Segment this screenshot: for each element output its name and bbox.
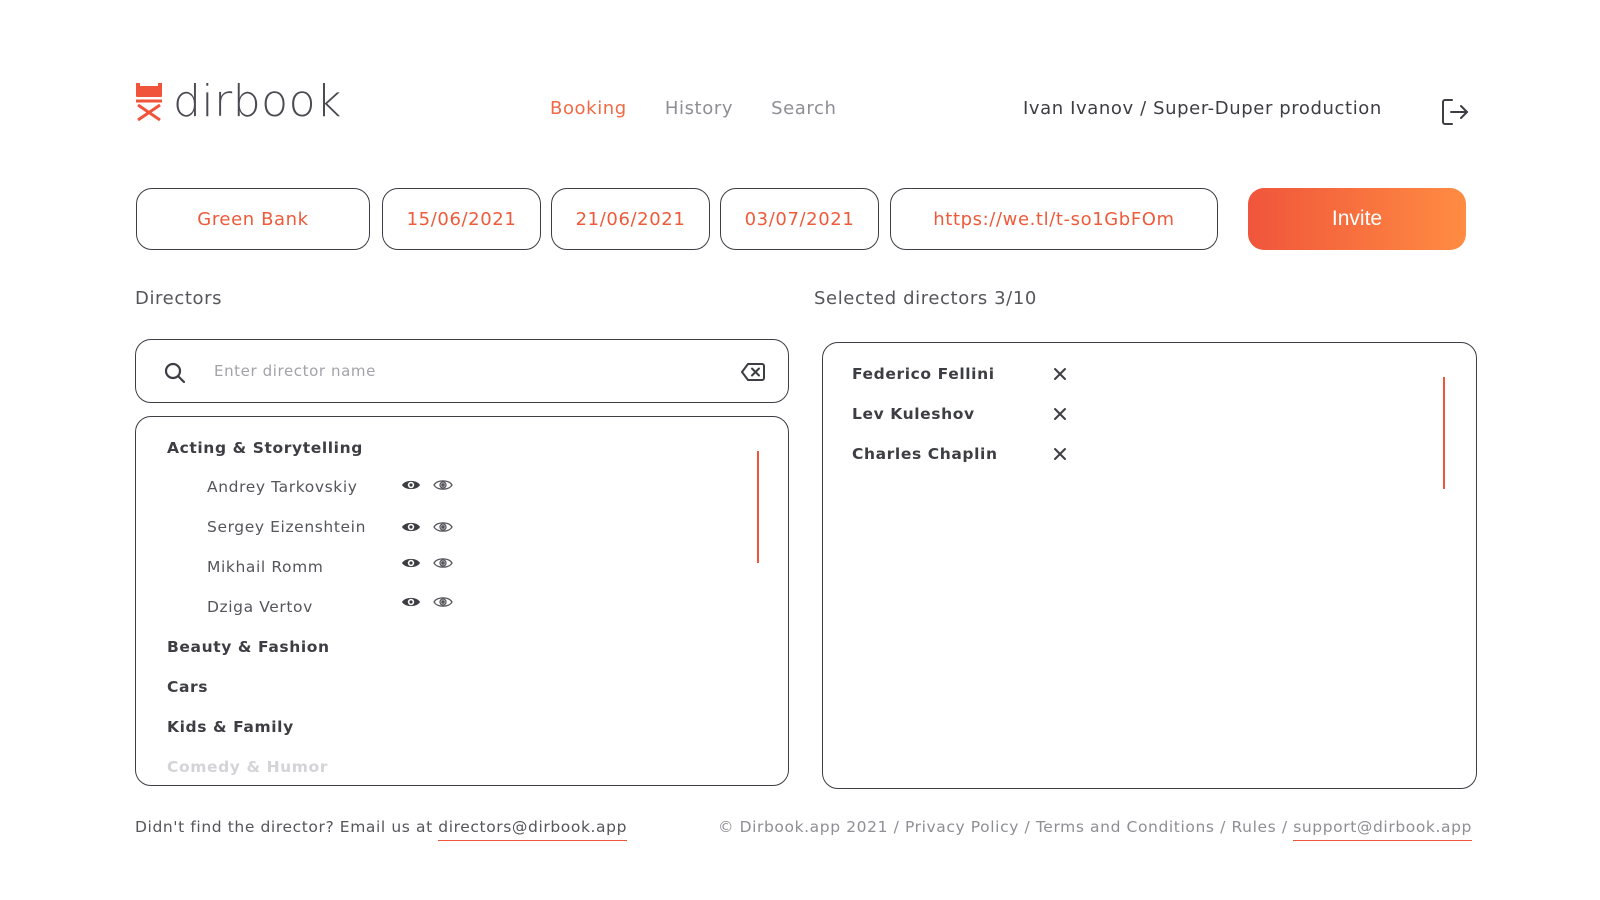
selected-director: Charles Chaplin <box>852 445 998 463</box>
eye-filled-icon[interactable] <box>401 556 421 570</box>
directors-list: Acting & Storytelling Andrey Tarkovskiy … <box>135 416 789 786</box>
separator: / <box>1276 818 1294 836</box>
remove-icon[interactable] <box>1053 367 1067 381</box>
privacy-policy-link[interactable]: Privacy Policy <box>905 818 1019 836</box>
director-item[interactable]: Dziga Vertov <box>207 598 313 616</box>
directors-title: Directors <box>135 288 223 309</box>
nav-history[interactable]: History <box>665 98 733 119</box>
selected-director: Federico Fellini <box>852 365 995 383</box>
director-item[interactable]: Sergey Eizenshtein <box>207 518 366 536</box>
footer-help-text: Didn't find the director? Email us at <box>135 818 439 836</box>
director-item[interactable]: Andrey Tarkovskiy <box>207 478 358 496</box>
logout-icon <box>1442 99 1468 125</box>
invite-button[interactable]: Invite <box>1248 188 1466 250</box>
directors-scrollbar[interactable] <box>757 451 759 563</box>
support-email-link[interactable]: support@dirbook.app <box>1293 818 1472 841</box>
eye-filled-icon[interactable] <box>401 520 421 534</box>
category-kids-family[interactable]: Kids & Family <box>167 718 294 736</box>
main-nav: Booking History Search <box>550 98 837 119</box>
eye-outline-icon[interactable] <box>433 556 453 570</box>
date-field-1[interactable]: 15/06/2021 <box>382 188 541 250</box>
date-field-2[interactable]: 21/06/2021 <box>551 188 710 250</box>
director-item[interactable]: Mikhail Romm <box>207 558 323 576</box>
selected-scrollbar[interactable] <box>1443 377 1445 489</box>
directors-email-link[interactable]: directors@dirbook.app <box>438 818 628 841</box>
copyright: © Dirbook.app 2021 <box>717 818 889 836</box>
nav-search[interactable]: Search <box>771 98 836 119</box>
category-cars[interactable]: Cars <box>167 678 208 696</box>
category-comedy-humor[interactable]: Comedy & Humor <box>167 758 328 776</box>
separator: / <box>888 818 905 836</box>
clear-input-icon[interactable] <box>741 362 765 382</box>
separator: / <box>1018 818 1036 836</box>
eye-outline-icon[interactable] <box>433 595 453 609</box>
director-chair-icon <box>136 83 162 121</box>
terms-link[interactable]: Terms and Conditions <box>1036 818 1215 836</box>
logout-button[interactable] <box>1440 97 1470 127</box>
search-icon <box>164 362 186 384</box>
remove-icon[interactable] <box>1053 447 1067 461</box>
eye-outline-icon[interactable] <box>433 478 453 492</box>
selected-director: Lev Kuleshov <box>852 405 975 423</box>
eye-filled-icon[interactable] <box>401 595 421 609</box>
footer-links: © Dirbook.app 2021 / Privacy Policy / Te… <box>717 818 1472 841</box>
user-company-label: Ivan Ivanov / Super-Duper production <box>1023 98 1382 119</box>
eye-filled-icon[interactable] <box>401 478 421 492</box>
category-beauty-fashion[interactable]: Beauty & Fashion <box>167 638 330 656</box>
nav-booking[interactable]: Booking <box>550 98 627 119</box>
selected-directors-title: Selected directors 3/10 <box>814 288 1037 309</box>
selected-directors-list: Federico Fellini Lev Kuleshov Charles Ch… <box>822 342 1477 789</box>
director-search-input[interactable] <box>214 352 734 390</box>
separator: / <box>1214 818 1232 836</box>
link-field[interactable]: https://we.tl/t-so1GbFOm <box>890 188 1218 250</box>
remove-icon[interactable] <box>1053 407 1067 421</box>
eye-outline-icon[interactable] <box>433 520 453 534</box>
date-field-3[interactable]: 03/07/2021 <box>720 188 879 250</box>
category-acting-storytelling[interactable]: Acting & Storytelling <box>167 439 363 457</box>
footer-help: Didn't find the director? Email us at di… <box>135 818 628 841</box>
director-search-box <box>135 339 789 403</box>
logo[interactable]: dirbook <box>135 80 342 124</box>
rules-link[interactable]: Rules <box>1231 818 1276 836</box>
client-field[interactable]: Green Bank <box>136 188 370 250</box>
logo-text: dirbook <box>173 76 342 127</box>
